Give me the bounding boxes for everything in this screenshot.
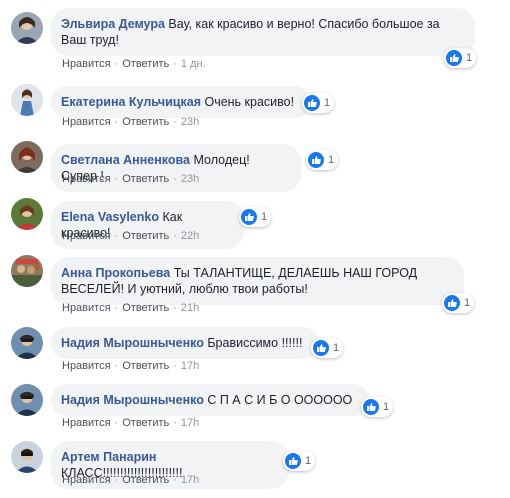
like-link[interactable]: Нравится: [62, 417, 111, 429]
thumbs-up-icon: [444, 295, 460, 311]
avatar[interactable]: [11, 84, 43, 116]
reaction-count[interactable]: 1: [283, 451, 316, 471]
comment-author[interactable]: Надия Мырошныченко: [61, 336, 204, 350]
comment-actions: Нравится · Ответить · 22h: [62, 230, 199, 242]
comment-actions: Нравится · Ответить · 17h: [62, 417, 199, 429]
like-link[interactable]: Нравится: [62, 302, 111, 314]
comment-time[interactable]: 21h: [181, 302, 199, 314]
reply-link[interactable]: Ответить: [122, 58, 169, 70]
reply-link[interactable]: Ответить: [122, 474, 169, 486]
reaction-number: 1: [328, 154, 335, 166]
reaction-number: 1: [324, 97, 331, 109]
avatar[interactable]: [11, 198, 43, 230]
comment-author[interactable]: Elena Vasylenko: [61, 210, 159, 224]
comment-actions: Нравится · Ответить · 1 дн.: [62, 58, 206, 70]
comment-actions: Нравится · Ответить · 17h: [62, 360, 199, 372]
comment-bubble: Эльвира Демура Вау, как красиво и верно!…: [51, 8, 475, 56]
separator: ·: [173, 474, 177, 486]
thumbs-up-icon: [308, 152, 324, 168]
reaction-count[interactable]: 1: [311, 338, 344, 358]
comment-time[interactable]: 17h: [181, 474, 199, 486]
like-link[interactable]: Нравится: [62, 116, 111, 128]
reaction-number: 1: [464, 297, 471, 309]
avatar[interactable]: [11, 255, 43, 287]
reply-link[interactable]: Ответить: [122, 360, 169, 372]
separator: ·: [114, 116, 119, 128]
comment-text: Брависсимо !!!!!!: [207, 336, 303, 350]
comment-time[interactable]: 23h: [181, 116, 199, 128]
thumbs-up-icon: [285, 453, 301, 469]
separator: ·: [173, 173, 177, 185]
thumbs-up-icon: [241, 209, 257, 225]
separator: ·: [173, 302, 177, 314]
comment-actions: Нравится · Ответить · 23h: [62, 173, 199, 185]
comment-time[interactable]: 23h: [181, 173, 199, 185]
comment-time[interactable]: 1 дн.: [181, 58, 206, 70]
comment-bubble: Надия Мырошныченко С П А С И Б О ОООООО: [51, 384, 369, 416]
reaction-number: 1: [333, 342, 340, 354]
avatar[interactable]: [11, 141, 43, 173]
separator: ·: [114, 474, 119, 486]
comment-actions: Нравится · Ответить · 17h: [62, 474, 199, 486]
avatar[interactable]: [11, 12, 43, 44]
reaction-number: 1: [383, 401, 390, 413]
comment-text: Очень красиво!: [204, 95, 295, 109]
comment-text: С П А С И Б О ОООООО: [207, 393, 353, 407]
reply-link[interactable]: Ответить: [122, 302, 169, 314]
separator: ·: [114, 173, 119, 185]
comment-author[interactable]: Надия Мырошныченко: [61, 393, 204, 407]
thumbs-up-icon: [304, 95, 320, 111]
reaction-count[interactable]: 1: [442, 293, 475, 313]
reply-link[interactable]: Ответить: [122, 173, 169, 185]
avatar[interactable]: [11, 327, 43, 359]
comment-time[interactable]: 22h: [181, 230, 199, 242]
thumbs-up-icon: [363, 399, 379, 415]
like-link[interactable]: Нравится: [62, 58, 111, 70]
separator: ·: [173, 360, 177, 372]
reply-link[interactable]: Ответить: [122, 230, 169, 242]
separator: ·: [114, 302, 119, 314]
comment-author[interactable]: Эльвира Демура: [61, 17, 165, 31]
comment-bubble: Анна Прокопьева Ты ТАЛАНТИЩЕ, ДЕЛАЕШЬ НА…: [51, 257, 464, 305]
like-link[interactable]: Нравится: [62, 173, 111, 185]
comment-time[interactable]: 17h: [181, 417, 199, 429]
comment-bubble: Надия Мырошныченко Брависсимо !!!!!!: [51, 327, 319, 359]
reaction-count[interactable]: 1: [306, 150, 339, 170]
reply-link[interactable]: Ответить: [122, 417, 169, 429]
like-link[interactable]: Нравится: [62, 474, 111, 486]
avatar[interactable]: [11, 384, 43, 416]
comment-author[interactable]: Екатерина Кульчицкая: [61, 95, 201, 109]
reaction-count[interactable]: 1: [239, 207, 272, 227]
separator: ·: [173, 58, 177, 70]
comment-actions: Нравится · Ответить · 21h: [62, 302, 199, 314]
reaction-count[interactable]: 1: [361, 397, 394, 417]
reaction-number: 1: [466, 52, 473, 64]
reaction-number: 1: [305, 455, 312, 467]
reaction-number: 1: [261, 211, 268, 223]
separator: ·: [173, 230, 177, 242]
separator: ·: [114, 417, 119, 429]
thumbs-up-icon: [446, 50, 462, 66]
reply-link[interactable]: Ответить: [122, 116, 169, 128]
comment-author[interactable]: Анна Прокопьева: [61, 266, 170, 280]
separator: ·: [114, 58, 119, 70]
comment-author[interactable]: Светлана Анненкова: [61, 153, 190, 167]
separator: ·: [114, 360, 119, 372]
thumbs-up-icon: [313, 340, 329, 356]
like-link[interactable]: Нравится: [62, 360, 111, 372]
comment-bubble: Екатерина Кульчицкая Очень красиво!: [51, 86, 311, 118]
avatar[interactable]: [11, 441, 43, 473]
comment-actions: Нравится · Ответить · 23h: [62, 116, 199, 128]
comment-author[interactable]: Артем Панарин: [61, 450, 156, 464]
like-link[interactable]: Нравится: [62, 230, 111, 242]
reaction-count[interactable]: 1: [302, 93, 335, 113]
comment-time[interactable]: 17h: [181, 360, 199, 372]
separator: ·: [173, 116, 177, 128]
separator: ·: [173, 417, 177, 429]
reaction-count[interactable]: 1: [444, 48, 477, 68]
separator: ·: [114, 230, 119, 242]
